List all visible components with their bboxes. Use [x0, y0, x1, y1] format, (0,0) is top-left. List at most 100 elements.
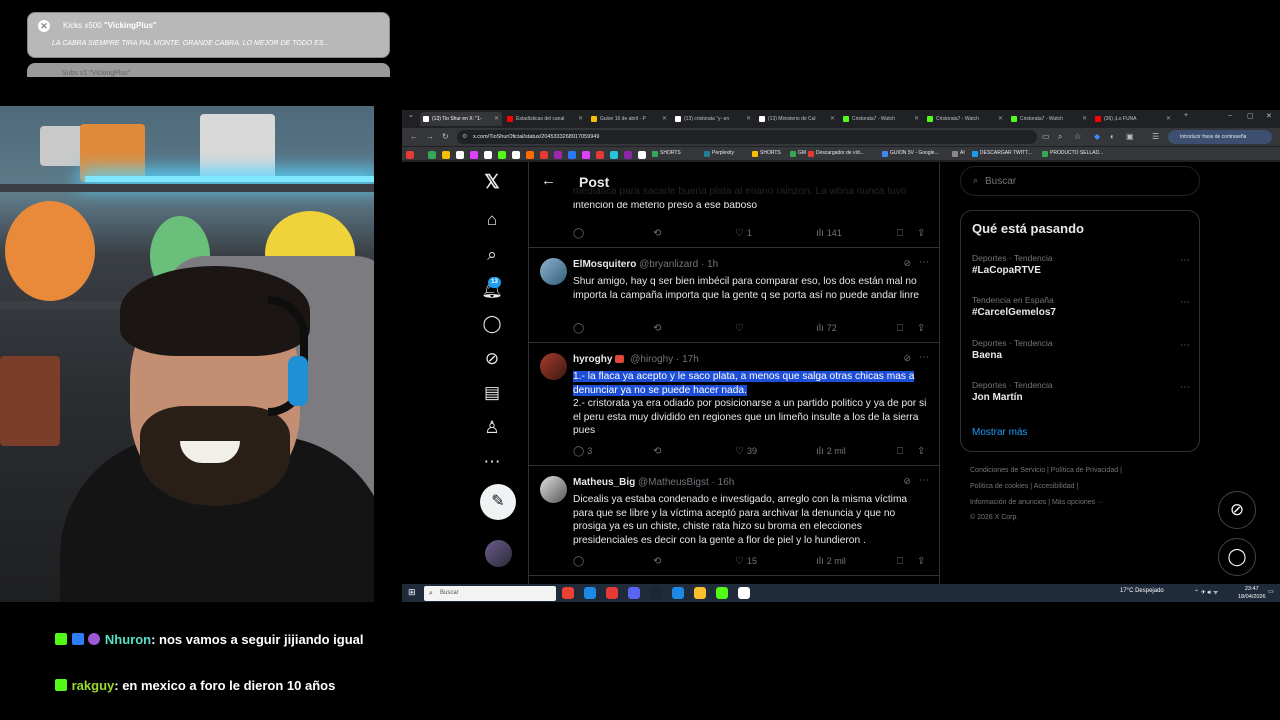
- bookmark-item[interactable]: SHORTS: [752, 150, 781, 157]
- tweet-author-handle[interactable]: @hiroghy: [630, 354, 673, 365]
- tab-close-icon[interactable]: ✕: [1082, 112, 1087, 126]
- discord-app-icon[interactable]: [628, 587, 640, 599]
- app-icon[interactable]: [672, 587, 684, 599]
- bookmark-item[interactable]: Perplexity: [704, 150, 734, 157]
- bookmark-item[interactable]: Descargador de víd...: [808, 150, 864, 157]
- extension-icon[interactable]: ◐: [1110, 132, 1115, 141]
- tweet-author-name[interactable]: ElMosquitero: [573, 259, 636, 270]
- account-avatar[interactable]: [485, 540, 512, 567]
- file-explorer-icon[interactable]: [694, 587, 706, 599]
- views-button[interactable]: ılı 2 mil: [816, 556, 846, 567]
- home-icon[interactable]: ⌂: [481, 209, 503, 231]
- reply-button[interactable]: ◯: [573, 228, 587, 239]
- bookmark-button[interactable]: ⎕: [897, 228, 906, 239]
- bookmark-icon[interactable]: [512, 151, 520, 159]
- tweet-avatar[interactable]: [540, 476, 567, 503]
- search-input[interactable]: ⌕ Buscar: [960, 166, 1200, 196]
- profile-icon[interactable]: ☰: [1152, 132, 1159, 141]
- password-pill[interactable]: Introducir frase de contraseña: [1168, 130, 1272, 144]
- tab-close-icon[interactable]: ✕: [746, 112, 751, 126]
- grok-explain-icon[interactable]: ⊘: [903, 476, 911, 487]
- grok-icon[interactable]: ⊘: [481, 348, 503, 370]
- views-button[interactable]: ılı 2 mil: [816, 446, 846, 457]
- repost-button[interactable]: ⟲: [653, 556, 664, 567]
- tweet-time[interactable]: · 16h: [712, 477, 735, 488]
- bookmark-icon[interactable]: [582, 151, 590, 159]
- show-more-link[interactable]: Mostrar más: [972, 427, 1028, 438]
- extensions-puzzle-icon[interactable]: ▣: [1126, 132, 1134, 141]
- maximize-icon[interactable]: ▢: [1247, 112, 1254, 120]
- bookmark-button[interactable]: ⎕: [897, 323, 906, 334]
- minimize-icon[interactable]: –: [1228, 112, 1232, 119]
- tweet-author-handle[interactable]: @bryanlizard: [639, 259, 698, 270]
- bookmark-star-icon[interactable]: ☆: [1074, 132, 1081, 141]
- reload-icon[interactable]: ↻: [442, 132, 449, 141]
- bookmark-item[interactable]: DESCARGAR TWITT...: [972, 150, 1032, 157]
- share-button[interactable]: ⇪: [917, 446, 928, 457]
- back-icon[interactable]: ←: [410, 132, 418, 141]
- explore-search-icon[interactable]: ⌕: [481, 244, 503, 266]
- tweet-avatar[interactable]: [540, 353, 567, 380]
- bookmark-icon[interactable]: [540, 151, 548, 159]
- extension-icon[interactable]: ◆: [1094, 132, 1100, 141]
- tweet-time[interactable]: · 1h: [701, 259, 718, 270]
- reply-tweet[interactable]: ElMosquitero @bryanlizard · 1h ⊘ ⋯ Shur …: [529, 248, 939, 343]
- tab-close-icon[interactable]: ✕: [578, 112, 583, 126]
- trend-more-icon[interactable]: ⋯: [1180, 382, 1190, 393]
- app-icon[interactable]: [716, 587, 728, 599]
- bookmark-item[interactable]: AI: [952, 150, 965, 157]
- browser-tab[interactable]: (13) cristorata "y- en ✕: [672, 112, 754, 126]
- more-options-icon[interactable]: ⋯: [919, 257, 929, 268]
- tab-close-icon[interactable]: ✕: [914, 112, 919, 126]
- bookmark-icon[interactable]: [442, 151, 450, 159]
- more-options-icon[interactable]: ⋯: [919, 352, 929, 363]
- bookmark-item[interactable]: PRODUCTO SELLAD...: [1042, 150, 1103, 157]
- bookmark-icon[interactable]: [596, 151, 604, 159]
- like-button[interactable]: ♡ 1: [735, 228, 752, 239]
- tweet-author-handle[interactable]: @MatheusBigst: [638, 477, 709, 488]
- repost-button[interactable]: ⟲: [653, 446, 664, 457]
- more-options-icon[interactable]: ⋯: [919, 475, 929, 486]
- browser-tab[interactable]: Guion 16 de abril - P ✕: [588, 112, 670, 126]
- share-button[interactable]: ⇪: [917, 556, 928, 567]
- chrome-app-icon[interactable]: [562, 587, 574, 599]
- bookmark-icon[interactable]: [624, 151, 632, 159]
- x-logo-icon[interactable]: 𝕏: [481, 172, 503, 194]
- browser-tab[interactable]: (13) Ministerio de Cul ✕: [756, 112, 838, 126]
- tweet-avatar[interactable]: [540, 258, 567, 285]
- notion-app-icon[interactable]: [738, 587, 750, 599]
- grok-explain-icon[interactable]: ⊘: [903, 258, 911, 269]
- browser-tab[interactable]: Estadísticas del canal ✕: [504, 112, 586, 126]
- tab-close-icon[interactable]: ✕: [830, 112, 835, 126]
- repost-button[interactable]: ⟲: [653, 228, 664, 239]
- bookmark-icon[interactable]: [406, 151, 414, 159]
- more-circle-icon[interactable]: ⋯: [481, 451, 503, 473]
- footer-links[interactable]: Información de anuncios | Más opciones ·…: [970, 499, 1200, 506]
- weather-widget[interactable]: 17°C Despejado: [1120, 588, 1164, 594]
- bookmark-icon[interactable]: [610, 151, 618, 159]
- notification-center-icon[interactable]: ▭: [1268, 588, 1274, 595]
- windows-start-icon[interactable]: ⊞: [408, 587, 416, 598]
- tweet-time[interactable]: · 17h: [676, 354, 699, 365]
- bookmark-icon[interactable]: [526, 151, 534, 159]
- reply-button[interactable]: ◯ 3: [573, 446, 592, 457]
- reply-button[interactable]: ◯: [573, 556, 587, 567]
- tab-search-icon[interactable]: ⌄: [408, 111, 414, 119]
- browser-tab[interactable]: Cristorata7 - Watch ✕: [924, 112, 1006, 126]
- tweet-author-name[interactable]: hyroghy: [573, 354, 612, 365]
- profile-person-icon[interactable]: ♙: [481, 417, 503, 439]
- bookmark-icon[interactable]: [554, 151, 562, 159]
- alert-close-icon[interactable]: ✕: [38, 20, 50, 32]
- messages-fab-icon[interactable]: ◯: [1218, 538, 1256, 576]
- taskbar-clock[interactable]: 23:47 18/04/2026: [1238, 585, 1266, 601]
- close-window-icon[interactable]: ✕: [1266, 112, 1272, 120]
- screen-share-icon[interactable]: ▭: [1042, 132, 1050, 141]
- bookmark-icon[interactable]: [638, 151, 646, 159]
- trend-more-icon[interactable]: ⋯: [1180, 340, 1190, 351]
- footer-links[interactable]: Condiciones de Servicio | Política de Pr…: [970, 467, 1200, 474]
- tab-close-icon[interactable]: ✕: [998, 112, 1003, 126]
- views-button[interactable]: ılı 72: [816, 323, 837, 334]
- bookmark-icon[interactable]: [428, 151, 436, 159]
- trend-more-icon[interactable]: ⋯: [1180, 255, 1190, 266]
- url-field[interactable]: ⚙ x.com/TioShurOficial/status/2045333268…: [457, 130, 1037, 144]
